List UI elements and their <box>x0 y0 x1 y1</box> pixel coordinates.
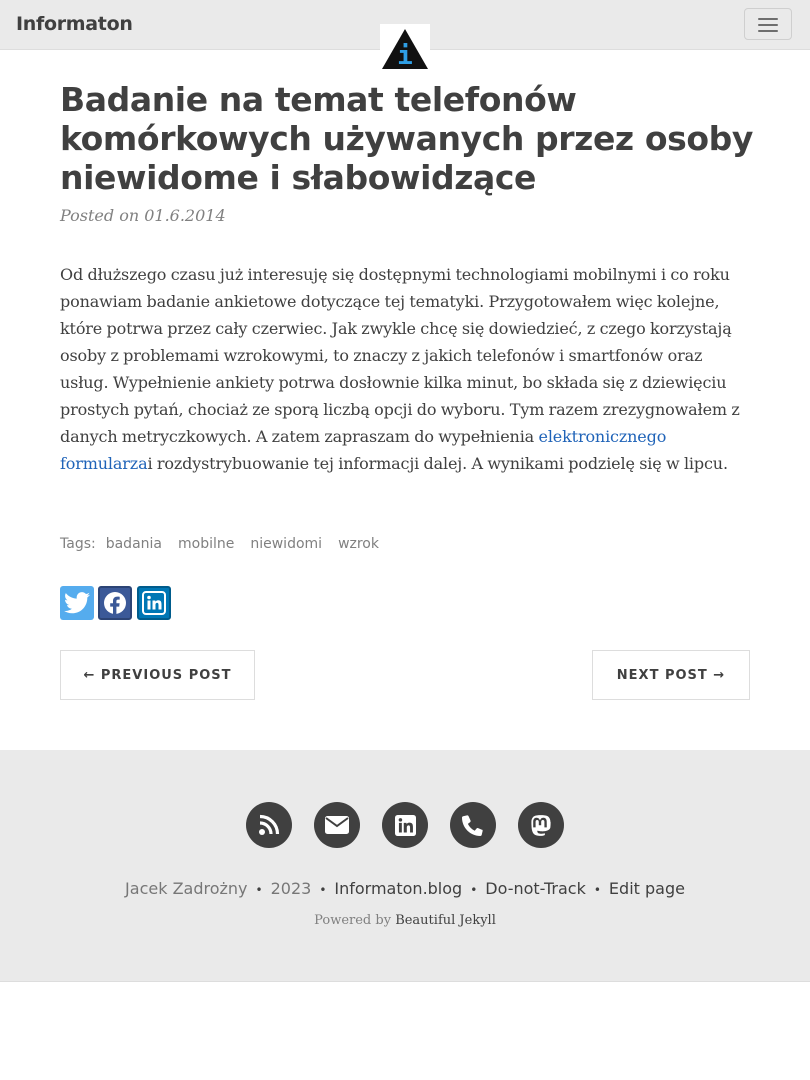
rss-icon <box>259 814 280 835</box>
email-link[interactable] <box>314 802 360 848</box>
mastodon-icon <box>531 814 551 836</box>
tag-link[interactable]: mobilne <box>178 536 234 552</box>
separator: • <box>470 883 478 897</box>
linkedin-icon <box>394 814 416 836</box>
footer: Jacek Zadrożny • 2023 • Informaton.blog • Do-n… <box>0 750 810 982</box>
tag-link[interactable]: wzrok <box>338 536 379 552</box>
footer-credits: Jacek Zadrożny • 2023 • Informaton.blog • Do-n… <box>0 879 810 898</box>
hamburger-line <box>758 18 778 20</box>
separator: • <box>593 883 601 897</box>
powered-by: Powered by Beautiful Jekyll <box>0 913 810 928</box>
phone-link[interactable] <box>450 802 496 848</box>
envelope-icon <box>325 816 349 834</box>
facebook-icon <box>104 592 126 615</box>
phone-icon <box>462 815 483 836</box>
linkedin-icon <box>142 591 166 615</box>
twitter-icon <box>64 592 90 614</box>
tags-label: Tags: <box>60 536 96 552</box>
site-logo[interactable]: i <box>380 24 430 71</box>
linkedin-link[interactable] <box>382 802 428 848</box>
hamburger-line <box>758 30 778 32</box>
author-name: Jacek Zadrożny <box>125 879 248 898</box>
share-facebook-button[interactable] <box>98 586 132 620</box>
copyright-year: 2023 <box>270 879 312 898</box>
logo-letter: i <box>397 41 413 71</box>
post-meta: Posted on 01.6.2014 <box>60 206 226 225</box>
powered-by-label: Powered by <box>314 913 392 928</box>
post-body: Od dłuższego czasu już interesuję się do… <box>60 261 754 477</box>
share-linkedin-button[interactable] <box>137 586 171 620</box>
tag-link[interactable]: niewidomi <box>250 536 322 552</box>
edit-page-link[interactable]: Edit page <box>609 879 685 898</box>
separator: • <box>255 883 263 897</box>
next-post-button[interactable]: NEXT POST → <box>592 650 750 700</box>
beautiful-jekyll-link[interactable]: Beautiful Jekyll <box>395 913 496 928</box>
navbar-toggle-button[interactable] <box>744 8 792 40</box>
tag-link[interactable]: badania <box>106 536 162 552</box>
site-link[interactable]: Informaton.blog <box>334 879 462 898</box>
site-brand[interactable]: Informaton <box>16 13 133 35</box>
post-title: Badanie na temat telefonów komórkowych u… <box>60 80 753 197</box>
do-not-track-link[interactable]: Do-not-Track <box>485 879 586 898</box>
separator: • <box>319 883 327 897</box>
hamburger-line <box>758 24 778 26</box>
previous-post-button[interactable]: ← PREVIOUS POST <box>60 650 255 700</box>
post-body-text: i rozdystrybuowanie tej informacji dalej… <box>147 454 728 473</box>
tags-list: Tags: badania mobilne niewidomi wzrok <box>60 536 395 552</box>
share-twitter-button[interactable] <box>60 586 94 620</box>
post-body-text: Od dłuższego czasu już interesuję się do… <box>60 265 740 446</box>
rss-link[interactable] <box>246 802 292 848</box>
mastodon-link[interactable] <box>518 802 564 848</box>
